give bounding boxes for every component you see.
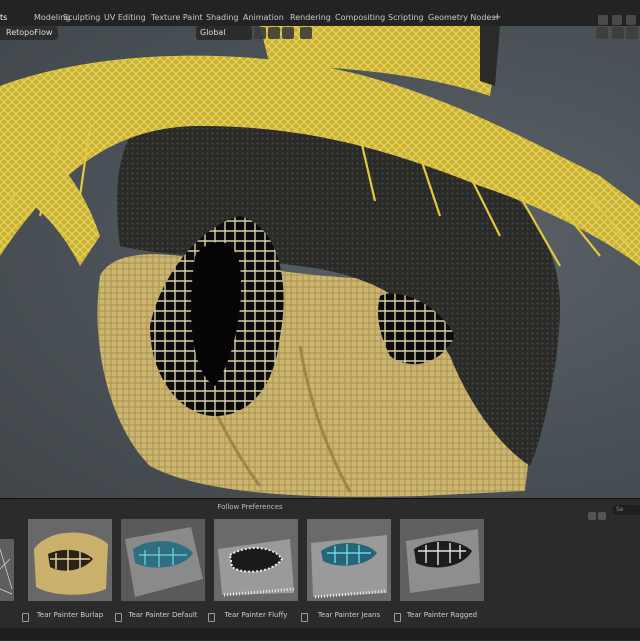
top-right-controls xyxy=(594,10,636,25)
active-object-name[interactable]: RetopoFlow xyxy=(0,26,59,40)
asset-browser-panel: Follow Preferences Se Tear Painter Burla… xyxy=(0,498,640,641)
asset-label: Tear Painter Fluffy xyxy=(224,611,288,619)
scarecrow-render xyxy=(0,26,640,497)
wireframe-icon xyxy=(0,548,13,595)
asset-thumbnail xyxy=(400,519,484,601)
asset-type-icon xyxy=(394,613,401,622)
tab-scripting[interactable]: Scripting xyxy=(388,12,424,24)
panel-title[interactable]: Follow Preferences xyxy=(0,503,500,511)
pivot-icon[interactable] xyxy=(254,27,266,39)
partial-asset-thumb[interactable] xyxy=(0,539,14,601)
toggle-xray-icon[interactable] xyxy=(626,27,638,39)
asset-tear-painter-fluffy[interactable]: Tear Painter Fluffy xyxy=(208,519,298,622)
view-gizmo-icon[interactable] xyxy=(596,27,608,39)
view-layer-icon[interactable] xyxy=(612,15,622,25)
asset-label: Tear Painter Ragged xyxy=(406,611,478,619)
tab-compositing[interactable]: Compositing xyxy=(335,12,385,24)
tab-geometry-nodes[interactable]: Geometry Nodes xyxy=(428,12,495,24)
status-bar xyxy=(0,628,640,640)
shading-mode-icon[interactable] xyxy=(612,27,624,39)
add-workspace-button[interactable]: + xyxy=(493,12,501,24)
tab-shading[interactable]: Shading xyxy=(206,12,239,24)
asset-tear-painter-default[interactable]: Tear Painter Default xyxy=(115,519,205,622)
tab-animation[interactable]: Animation xyxy=(243,12,284,24)
asset-thumbnail xyxy=(307,519,391,601)
scene-icon[interactable] xyxy=(598,15,608,25)
asset-thumbnail xyxy=(121,519,205,601)
snap-icon[interactable] xyxy=(268,27,280,39)
tab-sculpting[interactable]: Sculpting xyxy=(63,12,100,24)
asset-label: Tear Painter Burlap xyxy=(36,611,104,619)
asset-search-input[interactable]: Se xyxy=(612,505,640,515)
tab-uv-editing[interactable]: UV Editing xyxy=(104,12,146,24)
asset-label: Tear Painter Default xyxy=(128,611,198,619)
panel-tools xyxy=(588,505,610,520)
asset-tear-painter-burlap[interactable]: Tear Painter Burlap xyxy=(22,519,112,622)
jeans-patch-icon xyxy=(307,519,391,601)
burlap-patch-icon xyxy=(28,519,112,601)
fluffy-patch-icon xyxy=(214,519,298,601)
top-bar: ts Modeling Sculpting UV Editing Texture… xyxy=(0,0,640,27)
window-icon[interactable] xyxy=(626,15,636,25)
display-icon[interactable] xyxy=(598,512,606,520)
ragged-patch-icon xyxy=(400,519,484,601)
asset-thumbnail xyxy=(214,519,298,601)
overlay-icon[interactable] xyxy=(300,27,312,39)
asset-type-icon xyxy=(301,613,308,622)
tab-texture-paint[interactable]: Texture Paint xyxy=(151,12,203,24)
transform-orientation-dropdown[interactable]: Global xyxy=(196,26,252,40)
filter-icon[interactable] xyxy=(588,512,596,520)
asset-tear-painter-jeans[interactable]: Tear Painter Jeans xyxy=(301,519,391,622)
asset-thumbnail xyxy=(28,519,112,601)
asset-type-icon xyxy=(22,613,29,622)
tab-rendering[interactable]: Rendering xyxy=(290,12,331,24)
asset-label: Tear Painter Jeans xyxy=(317,611,381,619)
3d-viewport[interactable] xyxy=(0,26,640,498)
viewport-header: RetopoFlow Global xyxy=(0,26,640,42)
asset-type-icon xyxy=(208,613,215,622)
default-patch-icon xyxy=(121,519,205,601)
tab-layout[interactable]: ts xyxy=(0,12,7,24)
proportional-edit-icon[interactable] xyxy=(282,27,294,39)
asset-tear-painter-ragged[interactable]: Tear Painter Ragged xyxy=(394,519,484,622)
asset-type-icon xyxy=(115,613,122,622)
